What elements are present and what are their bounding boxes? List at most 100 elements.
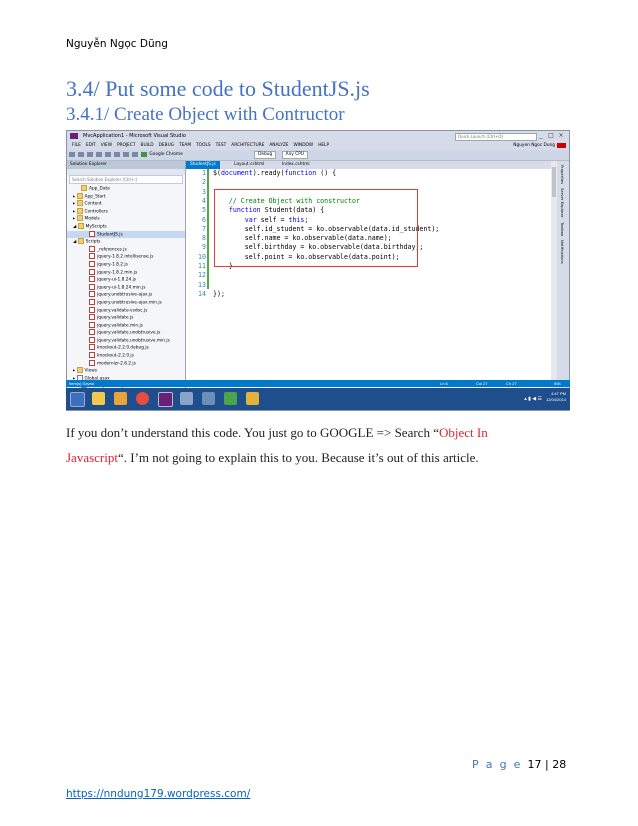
minimize-icon[interactable]: _ — [537, 132, 545, 139]
js-file-icon — [89, 291, 95, 298]
menu-team[interactable]: TEAM — [179, 143, 191, 148]
vs-title-bar: MvcApplication1 - Microsoft Visual Studi… — [67, 131, 569, 141]
tab-layout[interactable]: Layout.cshtml — [230, 161, 268, 169]
menu-debug[interactable]: DEBUG — [159, 143, 174, 148]
tree-item[interactable]: _references.js — [67, 245, 185, 254]
tree-item[interactable]: ▸ Controllers — [67, 207, 185, 216]
platform-selector[interactable]: Any CPU — [281, 151, 308, 159]
tree-item[interactable]: jquery-1.8.2.intellisense.js — [67, 253, 185, 261]
save-all-icon[interactable] — [114, 152, 120, 157]
account-badge[interactable] — [557, 143, 566, 148]
highlight-box — [214, 189, 418, 267]
menu-project[interactable]: PROJECT — [117, 143, 136, 148]
js-file-icon — [89, 329, 95, 336]
tab-index[interactable]: Index.cshtml — [278, 161, 314, 169]
code-line: 12 — [198, 271, 206, 280]
code-line: 13 — [198, 280, 206, 289]
tree-item[interactable]: jquery.validate.min.js — [67, 321, 185, 330]
code-line: 7 self.id_student = ko.observable(data.i… — [202, 224, 440, 233]
taskbar-clock[interactable]: 4:47 PM 12/04/2014 — [546, 391, 566, 403]
tree-item[interactable]: jquery.validate.js — [67, 314, 185, 322]
status-bar: Item(s) Saved Ln 6 Col 27 Ch 27 INS — [66, 380, 570, 387]
browser-selector[interactable]: Google Chrome — [149, 152, 182, 157]
app-icon[interactable] — [246, 392, 259, 405]
tab-properties-side[interactable]: Properties — [560, 165, 565, 184]
start-button-icon[interactable] — [70, 392, 85, 407]
js-file-icon — [89, 314, 95, 321]
excel-icon[interactable] — [224, 392, 237, 405]
scrollbar-thumb[interactable] — [552, 167, 556, 197]
app-icon[interactable] — [180, 392, 193, 405]
redo-icon[interactable] — [132, 152, 138, 157]
tree-item[interactable]: knockout-2.2.0.debug.js — [67, 344, 185, 352]
new-project-icon[interactable] — [87, 152, 93, 157]
app-icon[interactable] — [202, 392, 215, 405]
menu-window[interactable]: WINDOW — [294, 143, 314, 148]
save-icon[interactable] — [105, 152, 111, 157]
open-icon[interactable] — [96, 152, 102, 157]
tab-studentjs[interactable]: StudentJS.js — [186, 161, 220, 169]
js-file-icon — [89, 298, 95, 305]
menu-test[interactable]: TEST — [216, 143, 227, 148]
tree-item[interactable]: ▸ Content — [67, 200, 185, 208]
back-icon[interactable] — [69, 152, 75, 157]
code-line: 4 // Create Object with constructor — [202, 196, 360, 205]
media-icon[interactable] — [114, 392, 127, 405]
menu-edit[interactable]: EDIT — [86, 143, 96, 148]
tree-item[interactable]: ◢ Scripts — [67, 238, 185, 246]
tree-item[interactable]: jquery.unobtrusive-ajax.min.js — [67, 298, 185, 307]
file-explorer-icon[interactable] — [92, 392, 105, 405]
tab-toolbox[interactable]: Toolbox — [560, 222, 565, 236]
change-tracking-bar — [207, 169, 209, 289]
user-name[interactable]: Nguyen Ngoc Dung — [513, 141, 555, 150]
tree-item[interactable]: jquery.validate.unobtrusive.min.js — [67, 336, 185, 345]
footer-link[interactable]: https://nndung179.wordpress.com/ — [66, 788, 250, 800]
tree-item[interactable]: ▸ App_Start — [67, 192, 185, 201]
tree-item-selected[interactable]: StudentJS.js — [67, 230, 185, 239]
chrome-icon[interactable] — [136, 392, 149, 405]
tree-item[interactable]: jquery.unobtrusive-ajax.js — [67, 291, 185, 299]
system-tray-icons[interactable]: ▴ ▮ ◀ ☰ — [524, 396, 542, 402]
header-author: Nguyễn Ngọc Dũng — [66, 38, 168, 50]
tab-server-explorer[interactable]: Server Explorer — [560, 188, 565, 217]
menu-file[interactable]: FILE — [72, 143, 81, 148]
folder-icon — [81, 185, 87, 191]
tree-item[interactable]: ▸ Views — [67, 367, 185, 375]
menu-build[interactable]: BUILD — [141, 143, 154, 148]
document-tabs: StudentJS.js Layout.cshtml Index.cshtml — [186, 161, 551, 169]
menu-analyze[interactable]: ANALYZE — [269, 143, 288, 148]
code-line: 8 self.name = ko.observable(data.name); — [202, 234, 392, 243]
menu-help[interactable]: HELP — [318, 143, 329, 148]
code-editor[interactable]: 1 $(document).ready(function () { 2 3 4 /… — [186, 169, 551, 391]
config-selector[interactable]: Debug — [254, 151, 277, 159]
status-line: Ln 6 — [440, 381, 448, 386]
menu-view[interactable]: VIEW — [101, 143, 112, 148]
folder-icon — [76, 192, 83, 199]
tree-item[interactable]: knockout-2.2.0.js — [67, 352, 185, 360]
tree-item[interactable]: jquery-1.8.2.js — [67, 260, 185, 269]
section-heading: 3.4/ Put some code to StudentJS.js — [66, 76, 370, 101]
side-tool-tabs: Properties Server Explorer Toolbox Notif… — [557, 161, 569, 399]
tree-item[interactable]: jquery.validate.unobtrusive.js — [67, 329, 185, 337]
tree-item[interactable]: jquery-ui-1.8.24.min.js — [67, 283, 185, 292]
tree-item[interactable]: App_Data — [67, 185, 185, 193]
status-message: Item(s) Saved — [69, 381, 94, 386]
solution-search-input[interactable]: Search Solution Explorer (Ctrl+;) — [69, 175, 183, 184]
visual-studio-taskbar-icon[interactable] — [158, 392, 173, 407]
tab-notifications[interactable]: Notifications — [560, 240, 565, 264]
tree-item[interactable]: jquery-ui-1.8.24.js — [67, 276, 185, 284]
forward-icon[interactable] — [78, 152, 84, 157]
undo-icon[interactable] — [123, 152, 129, 157]
window-title: MvcApplication1 - Microsoft Visual Studi… — [83, 133, 186, 139]
menu-architecture[interactable]: ARCHITECTURE — [231, 143, 264, 148]
tree-item[interactable]: jquery-1.8.2.min.js — [67, 268, 185, 277]
start-debug-icon[interactable] — [141, 152, 147, 157]
close-icon[interactable]: × — [557, 132, 565, 139]
menu-tools[interactable]: TOOLS — [196, 143, 211, 148]
maximize-icon[interactable]: □ — [547, 132, 555, 139]
quick-launch-input[interactable]: Quick Launch (Ctrl+Q) — [455, 133, 537, 141]
tree-item[interactable]: ◢ MyScripts — [67, 222, 185, 231]
tree-item[interactable]: jquery.validate-vsdoc.js — [67, 306, 185, 315]
tree-item[interactable]: modernizr-2.6.2.js — [67, 359, 185, 368]
tree-item[interactable]: ▸ Models — [67, 215, 185, 223]
